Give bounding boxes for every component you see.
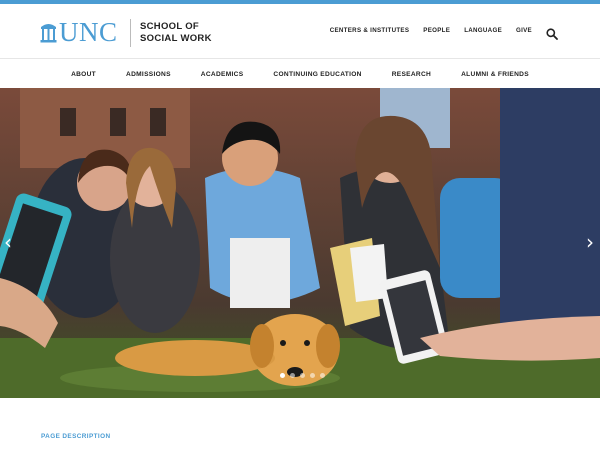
carousel-dot[interactable] [310, 373, 315, 378]
school-name[interactable]: SCHOOL OF SOCIAL WORK [140, 21, 212, 45]
carousel-dot[interactable] [300, 373, 305, 378]
carousel-dot[interactable] [280, 373, 285, 378]
utility-link-give[interactable]: GIVE [516, 27, 532, 34]
carousel-dot[interactable] [290, 373, 295, 378]
page-description-label: PAGE DESCRIPTION [41, 433, 111, 440]
utility-nav: CENTERS & INSTITUTES PEOPLE LANGUAGE GIV… [316, 27, 532, 34]
carousel-dot[interactable] [320, 373, 325, 378]
carousel-dots [280, 373, 325, 378]
utility-link-language[interactable]: LANGUAGE [464, 27, 502, 34]
nav-item-research[interactable]: RESEARCH [392, 71, 431, 78]
nav-item-admissions[interactable]: ADMISSIONS [126, 71, 171, 78]
school-name-line-2: SOCIAL WORK [140, 33, 212, 44]
utility-link-centers-institutes[interactable]: CENTERS & INSTITUTES [330, 27, 410, 34]
school-name-line-1: SCHOOL OF [140, 21, 199, 32]
nav-item-academics[interactable]: ACADEMICS [201, 71, 244, 78]
main-nav: ABOUT ADMISSIONS ACADEMICS CONTINUING ED… [0, 58, 600, 89]
logo-wordmark: UNC [59, 17, 118, 47]
nav-item-continuing-education[interactable]: CONTINUING EDUCATION [273, 71, 361, 78]
logo-divider [130, 19, 131, 47]
nav-item-alumni-friends[interactable]: ALUMNI & FRIENDS [461, 71, 529, 78]
site-header: UNC SCHOOL OF SOCIAL WORK CENTERS & INST… [0, 4, 600, 58]
chevron-left-icon[interactable]: ‹ [4, 232, 12, 252]
hero-carousel-image[interactable] [0, 88, 600, 398]
nav-item-about[interactable]: ABOUT [71, 71, 96, 78]
chevron-right-icon[interactable]: › [586, 232, 594, 252]
utility-link-people[interactable]: PEOPLE [423, 27, 450, 34]
hero-photo [0, 88, 600, 398]
old-well-icon [40, 24, 57, 43]
search-icon[interactable] [546, 28, 558, 40]
unc-logo[interactable]: UNC [40, 17, 118, 47]
